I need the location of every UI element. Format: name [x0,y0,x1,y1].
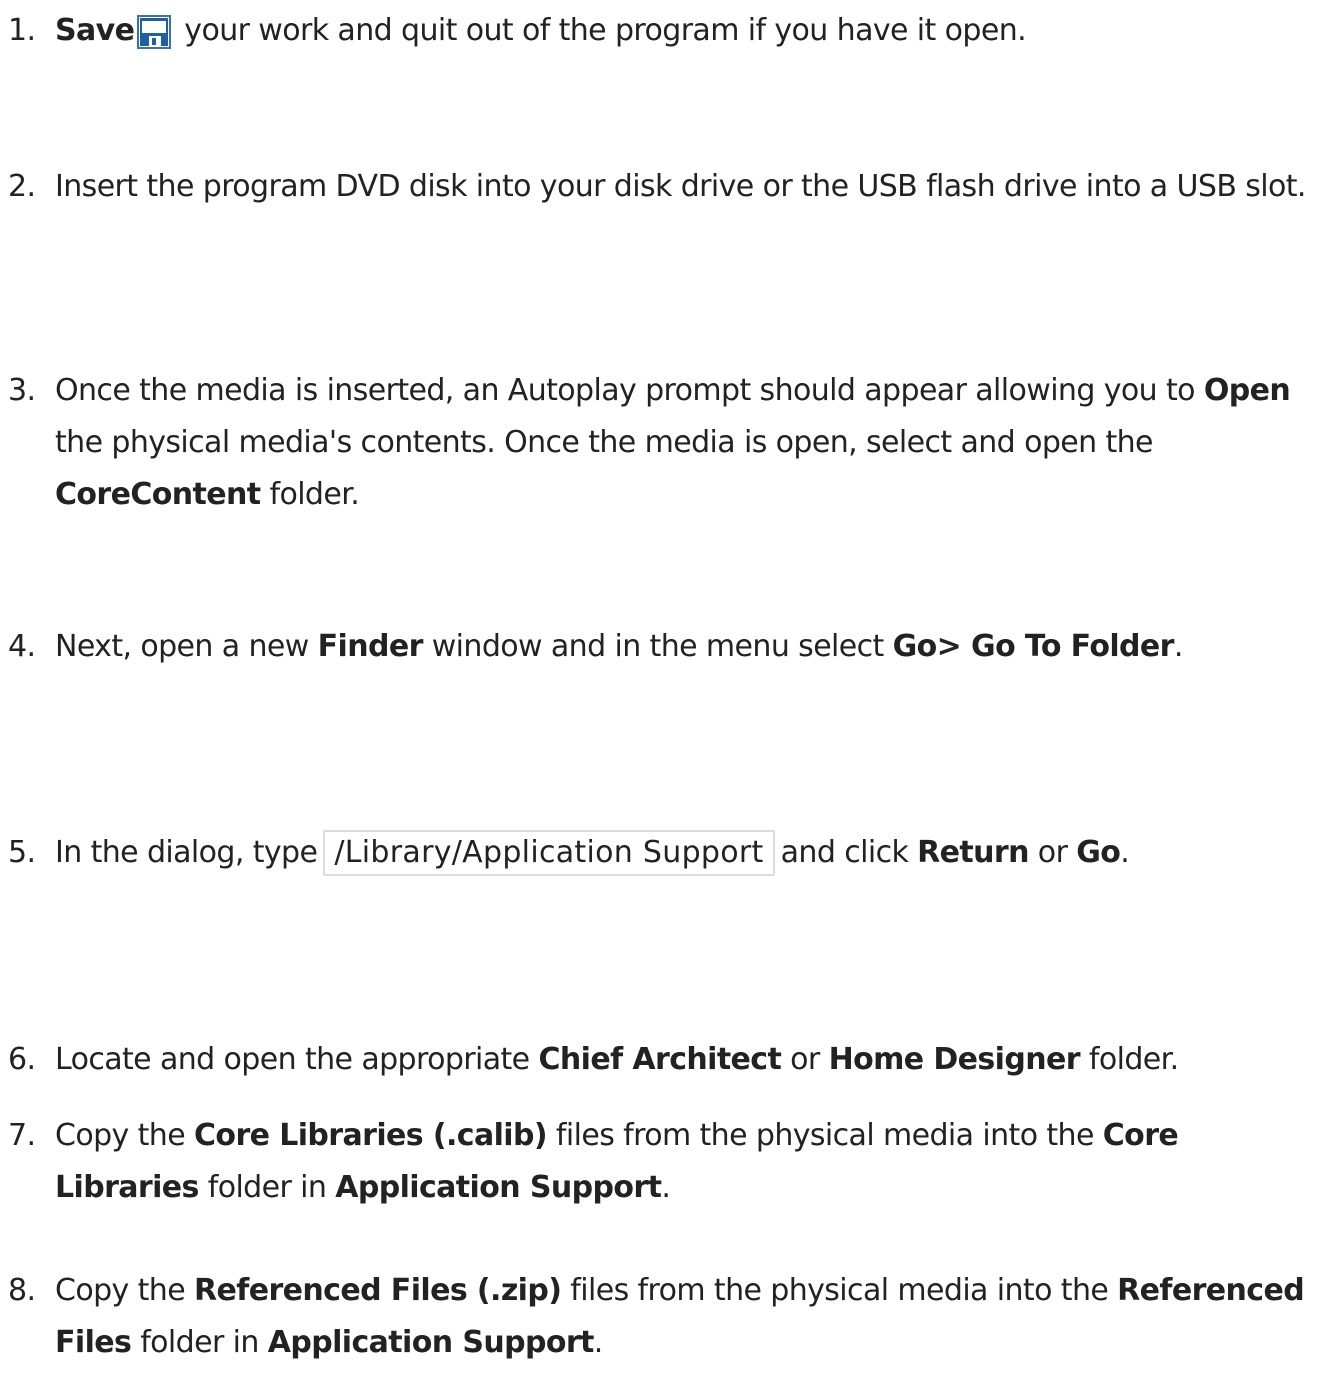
step-1-text: your work and quit out of the program if… [175,13,1027,48]
corecontent-folder-name: CoreContent [55,477,261,512]
step-8-text-a: Copy the [55,1273,195,1308]
finder-app-name: Finder [317,629,424,664]
step-3-text-c: folder. [260,477,360,512]
step-8-text-c: folder in [131,1325,268,1360]
step-number: 6. [8,1042,36,1077]
step-text: Locate and open the appropriate Chief Ar… [55,1034,1330,1086]
step-text: Next, open a new Finder window and in th… [55,621,1330,673]
library-path-code: /Library/Application Support [323,830,775,876]
application-support-folder-name: Application Support [267,1325,595,1360]
step-number: 5. [8,835,36,870]
home-designer-folder-name: Home Designer [828,1042,1081,1077]
step-3-text-b: the physical media's contents. Once the … [55,425,1154,460]
step-7-text-a: Copy the [55,1118,195,1153]
step-number: 2. [8,169,36,204]
step-5-text-c: or [1028,835,1077,870]
step-3-text-a: Once the media is inserted, an Autoplay … [55,373,1204,408]
step-text: Once the media is inserted, an Autoplay … [55,365,1330,521]
step-7-text-b: files from the physical media into the [546,1118,1103,1153]
step-text: In the dialog, type/Library/Application … [55,827,1330,879]
step-5-text-a: In the dialog, type [55,835,318,870]
step-2-text: Insert the program DVD disk into your di… [55,169,1306,204]
open-command: Open [1203,373,1291,408]
floppy-disk-save-icon [137,14,172,49]
step-number: 1. [8,13,36,48]
referenced-files: Referenced Files (.zip) [194,1273,562,1308]
step-6-text-b: or [781,1042,829,1077]
go-to-folder-menu-path: Go> Go To Folder [892,629,1175,664]
step-6-text-a: Locate and open the appropriate [55,1042,539,1077]
step-6-text-c: folder. [1079,1042,1179,1077]
step-number: 8. [8,1273,36,1308]
step-7-text-d: . [661,1170,671,1205]
step-text: Save your work and quit out of the progr… [55,5,1330,57]
step-number: 4. [8,629,36,664]
step-8-text-d: . [593,1325,604,1360]
core-libraries-files: Core Libraries (.calib) [194,1118,548,1153]
save-command: Save [55,13,135,48]
step-5-text-b: and click [780,835,918,870]
step-text: Copy the Core Libraries (.calib) files f… [55,1110,1330,1214]
step-4-text-b: window and in the menu select [422,629,893,664]
step-number: 7. [8,1118,36,1153]
return-key-name: Return [917,835,1029,870]
go-button-name: Go [1076,835,1121,870]
step-4-text-a: Next, open a new [55,629,318,664]
step-number: 3. [8,373,36,408]
application-support-folder-name: Application Support [335,1170,662,1205]
step-8-text-b: files from the physical media into the [561,1273,1118,1308]
step-4-text-c: . [1173,629,1184,664]
step-text: Copy the Referenced Files (.zip) files f… [55,1265,1330,1369]
step-7-text-c: folder in [198,1170,336,1205]
chief-architect-folder-name: Chief Architect [538,1042,782,1077]
step-5-text-d: . [1120,835,1130,870]
